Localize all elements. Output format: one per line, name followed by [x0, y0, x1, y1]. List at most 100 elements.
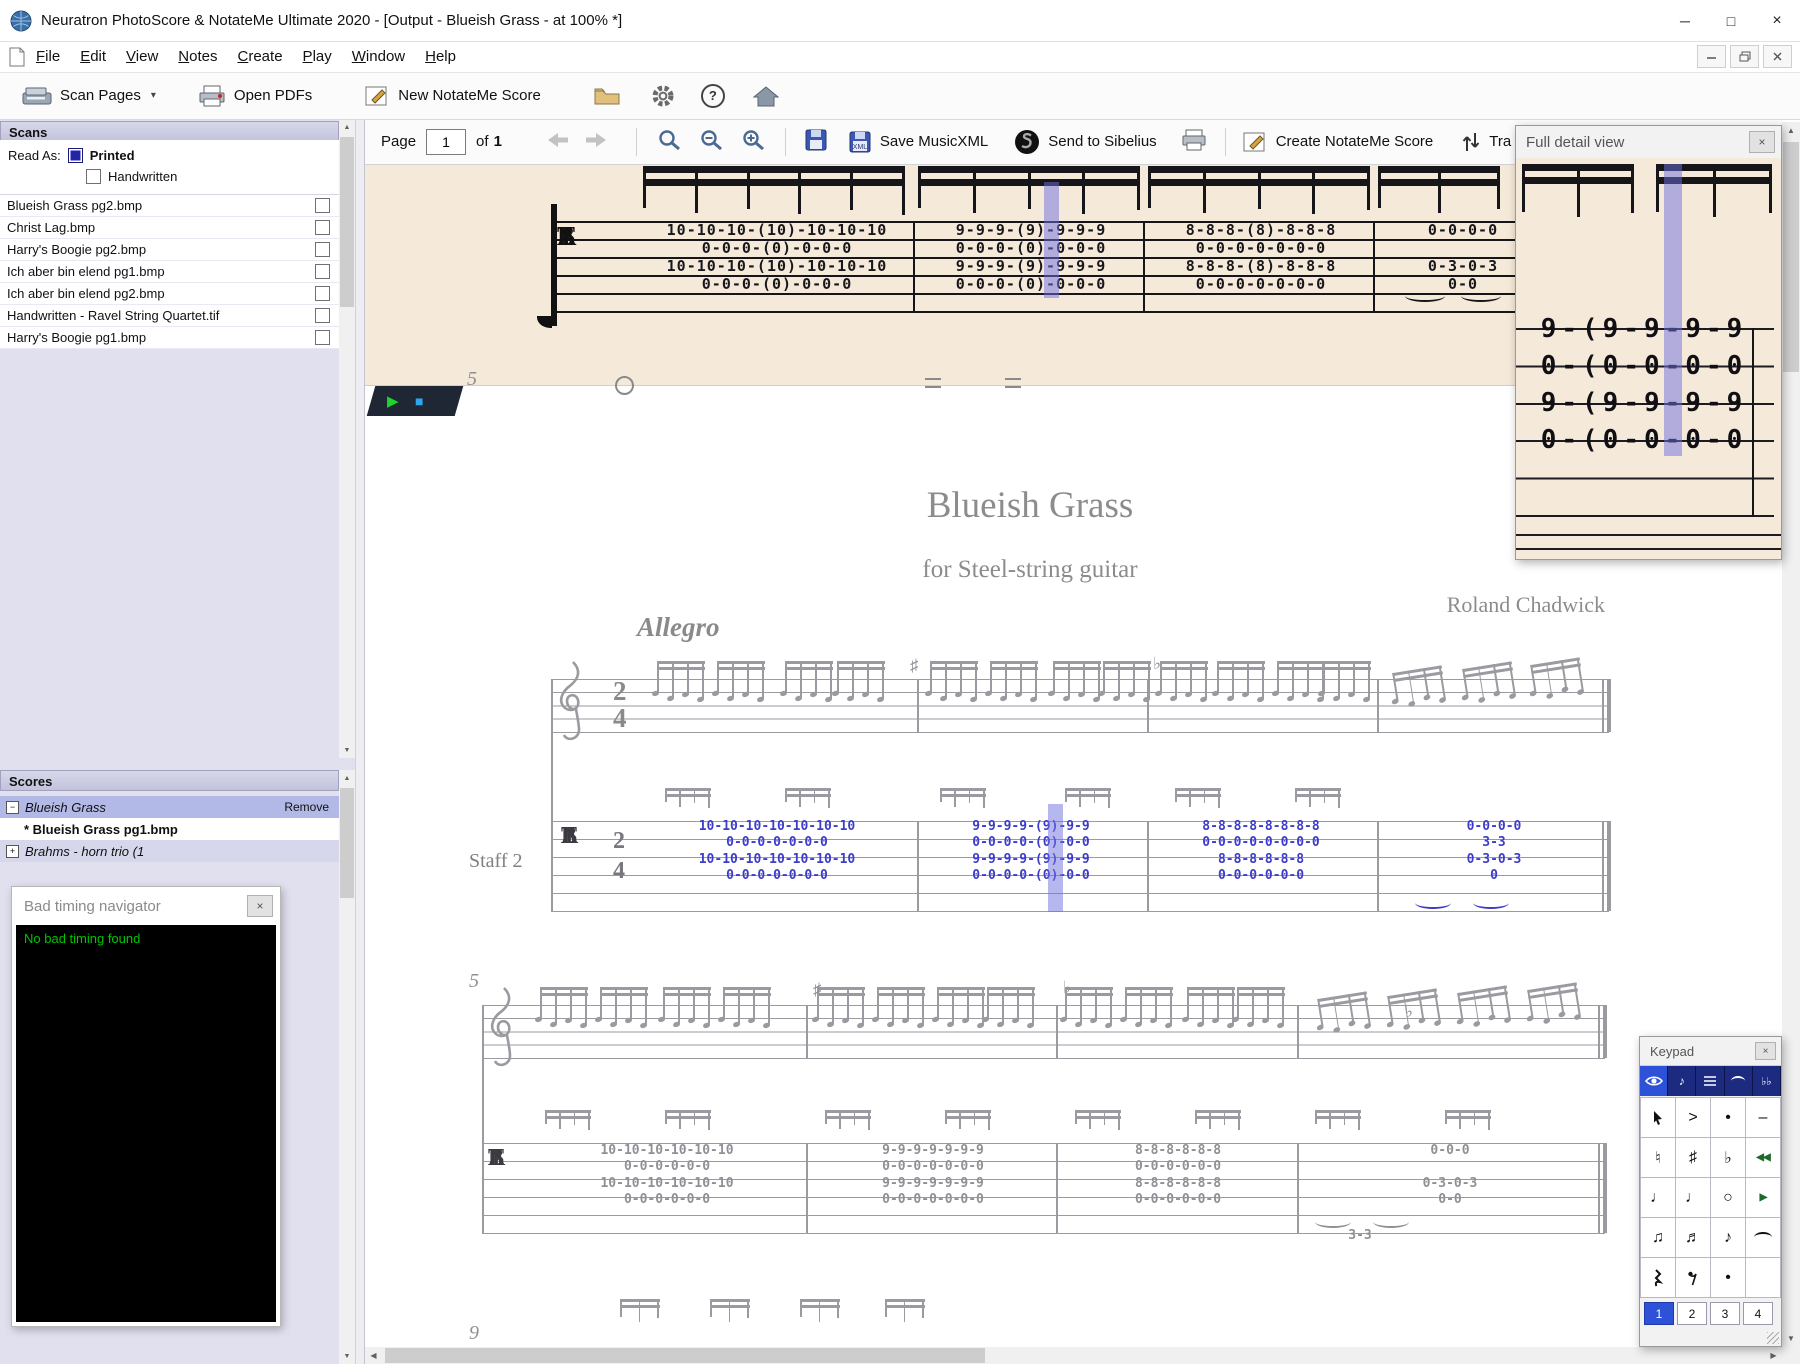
menu-play[interactable]: Play — [293, 48, 342, 65]
keypad-play-button[interactable]: ▶ — [1746, 1178, 1780, 1217]
full-detail-titlebar[interactable]: Full detail view × — [1516, 126, 1781, 159]
play-icon[interactable]: ▶ — [387, 392, 399, 410]
keypad-natural-button[interactable]: ♮ — [1641, 1138, 1675, 1177]
keypad-accent-button[interactable]: > — [1676, 1098, 1710, 1137]
zoom-in-icon[interactable] — [741, 128, 767, 156]
horizontal-scrollbar[interactable]: ◀ ▶ — [365, 1347, 1782, 1364]
keypad-tab-1[interactable]: 1 — [1644, 1302, 1674, 1325]
keypad-sharp-button[interactable]: ♯ — [1676, 1138, 1710, 1177]
save-icon[interactable] — [804, 128, 828, 156]
scan-file-row[interactable]: Christ Lag.bmp — [0, 217, 339, 239]
keypad-half-note-button[interactable]: ♩ — [1676, 1178, 1710, 1217]
scan-file-checkbox[interactable] — [315, 242, 330, 257]
mdi-minimize-icon[interactable] — [1697, 45, 1726, 68]
score-item-page[interactable]: * Blueish Grass pg1.bmp — [0, 818, 339, 840]
keypad-beamed-sixteenths-button[interactable]: ♬ — [1676, 1218, 1710, 1257]
menu-file[interactable]: File — [26, 48, 70, 65]
menu-create[interactable]: Create — [228, 48, 293, 65]
scan-file-row[interactable]: Blueish Grass pg2.bmp — [0, 195, 339, 217]
score-item-brahms[interactable]: + Brahms - horn trio (1 — [0, 840, 339, 862]
open-pdfs-button[interactable]: Open PDFs — [198, 85, 312, 107]
sidebar-splitter[interactable] — [355, 119, 365, 1364]
keypad-whole-note-button[interactable]: ○ — [1711, 1178, 1745, 1217]
close-icon[interactable]: × — [1755, 1042, 1776, 1060]
keypad-tenuto-button[interactable]: – — [1746, 1098, 1780, 1137]
scan-file-checkbox[interactable] — [315, 264, 330, 279]
keypad-blank-button[interactable] — [1746, 1258, 1780, 1297]
home-button[interactable] — [752, 85, 779, 107]
keypad-dot-button[interactable]: • — [1711, 1258, 1745, 1297]
close-icon[interactable]: × — [1754, 0, 1800, 41]
page-number-input[interactable] — [426, 128, 467, 155]
mdi-close-icon[interactable] — [1763, 45, 1792, 68]
keypad-tab-3[interactable]: 3 — [1710, 1302, 1740, 1325]
close-icon[interactable]: × — [1749, 131, 1775, 153]
keypad-titlebar[interactable]: Keypad × — [1640, 1037, 1781, 1066]
resize-grip[interactable] — [1767, 1332, 1779, 1344]
keypad-quarter-rest-button[interactable] — [1641, 1258, 1675, 1297]
next-page-icon[interactable] — [584, 131, 614, 153]
scan-file-row[interactable]: Handwritten - Ravel String Quartet.tif — [0, 305, 339, 327]
keypad-rewind-button[interactable]: ◀◀ — [1746, 1138, 1780, 1177]
handwritten-checkbox[interactable] — [86, 169, 101, 184]
scan-file-row[interactable]: Harry's Boogie pg1.bmp — [0, 327, 339, 349]
keypad-view-eye-icon[interactable] — [1640, 1066, 1669, 1096]
bad-timing-titlebar[interactable]: Bad timing navigator × — [12, 887, 280, 925]
keypad-cursor-button[interactable] — [1641, 1098, 1675, 1137]
keypad-tie-button[interactable] — [1746, 1218, 1780, 1257]
transpose-button[interactable]: Tra — [1461, 131, 1511, 153]
menu-window[interactable]: Window — [342, 48, 415, 65]
keypad-view-doubleflat-icon[interactable]: ♭♭ — [1752, 1066, 1782, 1096]
stop-icon[interactable]: ■ — [415, 393, 423, 409]
scan-file-checkbox[interactable] — [315, 330, 330, 345]
keypad-tab-2[interactable]: 2 — [1677, 1302, 1707, 1325]
vertical-scrollbar[interactable]: ▲ ▼ — [1782, 122, 1800, 1347]
minimize-icon[interactable]: ─ — [1662, 0, 1708, 41]
keypad-eighth-note-button[interactable]: ♪ — [1711, 1218, 1745, 1257]
score-item-blueish-grass[interactable]: − Blueish Grass Remove — [0, 796, 339, 818]
send-to-sibelius-button[interactable]: Send to Sibelius — [1014, 129, 1157, 155]
keypad-tab-4[interactable]: 4 — [1743, 1302, 1773, 1325]
chevron-down-icon[interactable]: ▾ — [151, 90, 156, 101]
printed-checkbox[interactable] — [67, 148, 83, 163]
scan-pages-button[interactable]: Scan Pages ▾ — [22, 85, 156, 107]
scan-file-checkbox[interactable] — [315, 198, 330, 213]
create-notateme-button[interactable]: Create NotateMe Score — [1242, 130, 1433, 154]
expand-icon[interactable]: + — [6, 844, 19, 858]
keypad-staccato-button[interactable]: • — [1711, 1098, 1745, 1137]
keypad-view-slur-icon[interactable] — [1724, 1066, 1753, 1096]
close-icon[interactable]: × — [247, 895, 273, 917]
open-folder-button[interactable] — [593, 85, 621, 107]
keypad-view-note-icon[interactable]: ♪ — [1668, 1066, 1697, 1096]
keypad-flat-button[interactable]: ♭ — [1711, 1138, 1745, 1177]
maximize-icon[interactable]: □ — [1708, 0, 1754, 41]
scores-scrollbar[interactable]: ▲ ▼ — [339, 770, 355, 1364]
mdi-restore-icon[interactable] — [1730, 45, 1759, 68]
settings-button[interactable] — [651, 84, 675, 108]
scan-file-checkbox[interactable] — [315, 286, 330, 301]
remove-link[interactable]: Remove — [284, 800, 329, 814]
scan-file-row[interactable]: Ich aber bin elend pg1.bmp — [0, 261, 339, 283]
scan-file-row[interactable]: Ich aber bin elend pg2.bmp — [0, 283, 339, 305]
keypad-beamed-eighths-button[interactable]: ♫ — [1641, 1218, 1675, 1257]
help-button[interactable]: ? — [700, 83, 725, 108]
save-musicxml-button[interactable]: XML Save MusicXML — [848, 130, 988, 154]
scan-file-checkbox[interactable] — [315, 220, 330, 235]
scans-scrollbar[interactable]: ▲ ▼ — [339, 119, 355, 758]
print-icon[interactable] — [1181, 128, 1207, 156]
new-notateme-button[interactable]: New NotateMe Score — [364, 84, 541, 108]
keypad-view-bars-icon[interactable] — [1696, 1066, 1725, 1096]
menu-notes[interactable]: Notes — [168, 48, 227, 65]
menu-edit[interactable]: Edit — [70, 48, 116, 65]
scan-file-checkbox[interactable] — [315, 308, 330, 323]
menu-view[interactable]: View — [116, 48, 168, 65]
scan-file-row[interactable]: Harry's Boogie pg2.bmp — [0, 239, 339, 261]
zoom-out-icon[interactable] — [699, 128, 725, 156]
keypad-eighth-rest-button[interactable] — [1676, 1258, 1710, 1297]
barline — [806, 1143, 808, 1233]
collapse-icon[interactable]: − — [6, 800, 19, 814]
menu-help[interactable]: Help — [415, 48, 466, 65]
zoom-tool-icon[interactable] — [657, 128, 683, 156]
keypad-quarter-note-button[interactable]: ♩ — [1641, 1178, 1675, 1217]
previous-page-icon[interactable] — [540, 131, 570, 153]
